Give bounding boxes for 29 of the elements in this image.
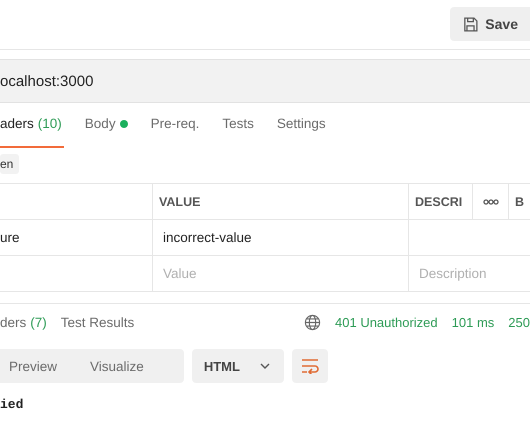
chip[interactable]: en <box>0 154 20 174</box>
response-time: 101 ms <box>452 314 494 330</box>
save-button[interactable]: Save <box>450 7 530 41</box>
column-header: B <box>508 184 530 220</box>
response-tab[interactable]: ders (7) <box>0 314 47 330</box>
response-tab[interactable]: Test Results <box>60 314 134 330</box>
save-icon <box>462 16 480 32</box>
url-field[interactable]: ocalhost:3000 <box>0 59 530 103</box>
wrap-button[interactable] <box>292 349 328 383</box>
response-size: 250 <box>508 314 530 330</box>
table-cell: ure <box>0 220 152 256</box>
request-tab[interactable]: Body <box>84 116 130 148</box>
request-tab[interactable]: aders (10) <box>0 116 64 148</box>
chevron-down-icon <box>260 363 270 369</box>
response-body: ied <box>0 397 24 412</box>
status-dot <box>120 120 128 128</box>
more-icon <box>482 198 498 204</box>
globe-icon <box>304 314 322 330</box>
wrap-icon <box>300 358 319 374</box>
more-button[interactable] <box>472 184 508 220</box>
request-tab[interactable]: Pre-req. <box>150 116 202 148</box>
status-code: 401 Unauthorized <box>335 314 438 330</box>
table-cell: incorrect-value <box>152 220 408 256</box>
column-header: VALUE <box>152 184 408 220</box>
view-mode-button[interactable]: Visualize <box>81 351 144 381</box>
format-dropdown[interactable]: HTML <box>192 349 284 383</box>
request-tab[interactable]: Tests <box>222 116 256 148</box>
view-mode-button[interactable]: Preview <box>0 351 58 381</box>
request-tab[interactable]: Settings <box>276 116 328 148</box>
